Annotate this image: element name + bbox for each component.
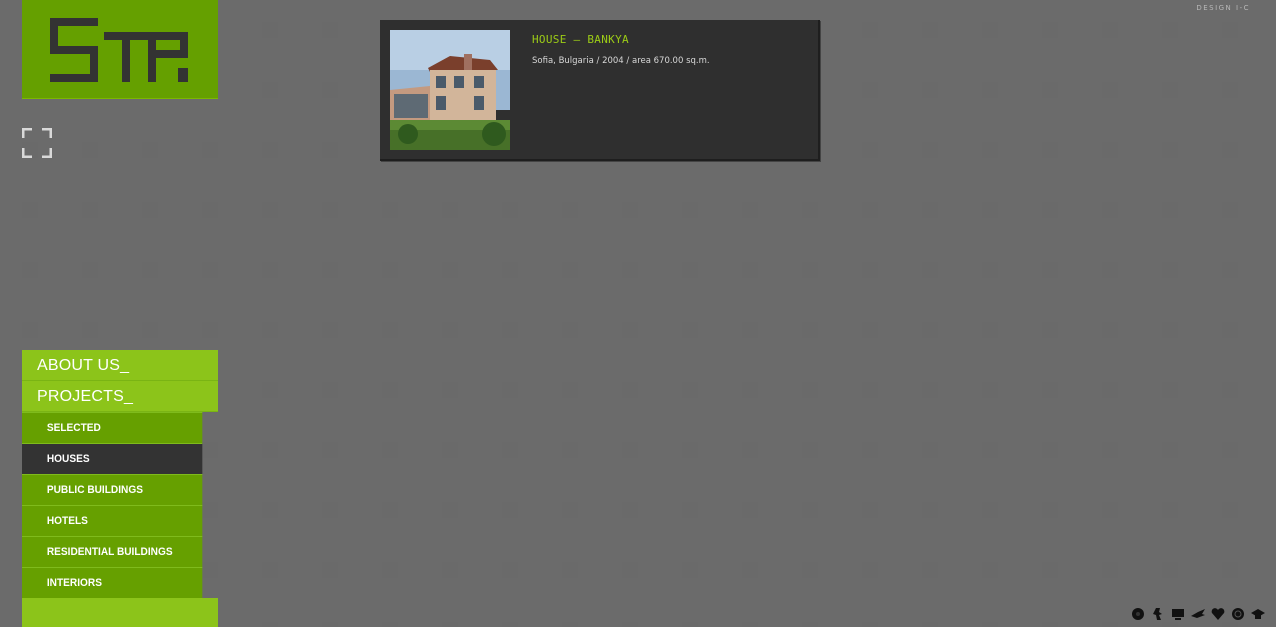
project-title[interactable]: HOUSE – BANKYA [532, 33, 629, 46]
sp-logo-icon [50, 18, 188, 82]
project-thumbnail[interactable] [390, 30, 510, 150]
main-navigation: ABOUT US_ PROJECTS_ SELECTED HOUSES PUBL… [22, 350, 218, 627]
menu-bottom-bar [22, 598, 218, 627]
cap-icon[interactable] [1250, 607, 1266, 621]
subnav-residential-buildings[interactable]: RESIDENTIAL BUILDINGS [22, 536, 203, 567]
design-credit[interactable]: DESIGN I-C [1196, 4, 1250, 12]
subnav-interiors[interactable]: INTERIORS [22, 567, 203, 598]
logo[interactable] [22, 0, 218, 99]
figure-icon[interactable] [1150, 607, 1166, 621]
subnav-selected[interactable]: SELECTED [22, 412, 203, 443]
subnav-houses[interactable]: HOUSES [22, 443, 203, 474]
fullscreen-frame-icon[interactable] [21, 127, 53, 159]
bird-icon[interactable] [1190, 607, 1206, 621]
nav-about-us[interactable]: ABOUT US_ [22, 350, 218, 381]
heart-icon[interactable] [1210, 607, 1226, 621]
bottom-icon-tray [1130, 607, 1266, 621]
house-photo-icon [390, 30, 510, 150]
project-card: HOUSE – BANKYA Sofia, Bulgaria / 2004 / … [380, 20, 820, 161]
spinner-icon[interactable] [1130, 607, 1146, 621]
monitor-icon[interactable] [1170, 607, 1186, 621]
subnav-hotels[interactable]: HOTELS [22, 505, 203, 536]
nav-projects[interactable]: PROJECTS_ [22, 381, 218, 412]
project-description: Sofia, Bulgaria / 2004 / area 670.00 sq.… [532, 56, 710, 66]
globe-icon[interactable] [1230, 607, 1246, 621]
subnav-public-buildings[interactable]: PUBLIC BUILDINGS [22, 474, 203, 505]
